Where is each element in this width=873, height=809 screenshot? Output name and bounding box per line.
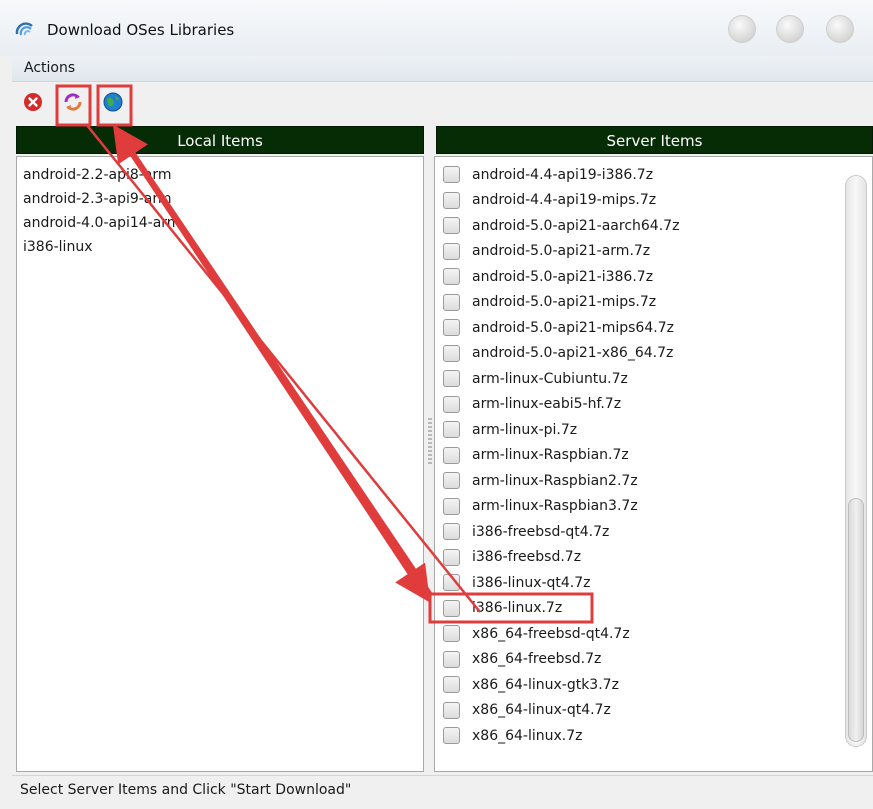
- server-list-item[interactable]: i386-linux-qt4.7z: [443, 570, 679, 596]
- item-checkbox[interactable]: [443, 217, 460, 235]
- local-items-list[interactable]: android-2.2-api8-arm android-2.3-api9-ar…: [16, 156, 424, 772]
- server-item-label: arm-linux-pi.7z: [472, 421, 578, 438]
- server-item-label: i386-freebsd.7z: [472, 549, 582, 566]
- stop-button[interactable]: [22, 91, 44, 113]
- server-item-label: android-5.0-api21-mips.7z: [472, 294, 657, 311]
- server-item-label: arm-linux-Raspbian.7z: [472, 447, 629, 464]
- server-list-item[interactable]: x86_64-linux-qt4.7z: [443, 698, 679, 724]
- item-checkbox[interactable]: [443, 370, 460, 388]
- status-text: Select Server Items and Click "Start Dow…: [20, 782, 352, 798]
- server-item-label: android-5.0-api21-x86_64.7z: [472, 345, 674, 362]
- close-icon[interactable]: [826, 15, 854, 43]
- server-item-label: x86_64-linux-gtk3.7z: [472, 676, 619, 693]
- menu-bar: Actions: [12, 56, 873, 82]
- item-checkbox[interactable]: [443, 523, 460, 541]
- server-list-item[interactable]: arm-linux-Raspbian.7z: [443, 443, 679, 469]
- server-list-item[interactable]: x86_64-linux-gtk3.7z: [443, 672, 679, 698]
- server-list-item[interactable]: android-5.0-api21-x86_64.7z: [443, 341, 679, 367]
- server-items-header: Server Items: [436, 126, 873, 154]
- item-checkbox[interactable]: [443, 472, 460, 490]
- item-checkbox[interactable]: [443, 548, 460, 566]
- item-checkbox[interactable]: [443, 166, 460, 184]
- refresh-button[interactable]: [62, 91, 84, 113]
- server-list-item[interactable]: android-5.0-api21-mips64.7z: [443, 315, 679, 341]
- item-checkbox[interactable]: [443, 293, 460, 311]
- spiral-app-icon: [15, 22, 33, 36]
- server-item-label: x86_64-linux-qt4.7z: [472, 702, 611, 719]
- vertical-scrollbar[interactable]: [845, 175, 867, 747]
- refresh-icon: [64, 93, 82, 111]
- item-checkbox[interactable]: [443, 650, 460, 668]
- status-bar: Select Server Items and Click "Start Dow…: [12, 775, 873, 809]
- server-list-item[interactable]: i386-freebsd.7z: [443, 545, 679, 571]
- server-items-list[interactable]: android-4.4-api19-i386.7z android-4.4-api…: [434, 156, 873, 772]
- server-list-item[interactable]: i386-freebsd-qt4.7z: [443, 519, 679, 545]
- item-checkbox[interactable]: [443, 319, 460, 337]
- server-item-label: android-5.0-api21-i386.7z: [472, 268, 654, 285]
- title-bar[interactable]: Download OSes Libraries: [0, 0, 873, 56]
- item-checkbox[interactable]: [443, 701, 460, 719]
- server-list-item[interactable]: x86_64-freebsd-qt4.7z: [443, 621, 679, 647]
- server-item-label: android-4.4-api19-i386.7z: [472, 166, 654, 183]
- local-items-header: Local Items: [16, 126, 424, 154]
- panel-splitter[interactable]: [428, 418, 432, 464]
- server-item-label: i386-freebsd-qt4.7z: [472, 523, 610, 540]
- item-checkbox[interactable]: [443, 268, 460, 286]
- server-item-label: arm-linux-eabi5-hf.7z: [472, 396, 622, 413]
- server-item-label: arm-linux-Raspbian2.7z: [472, 472, 638, 489]
- server-list-item[interactable]: android-5.0-api21-arm.7z: [443, 239, 679, 265]
- toolbar: [12, 82, 873, 124]
- menu-actions[interactable]: Actions: [24, 60, 75, 76]
- item-checkbox[interactable]: [443, 599, 460, 617]
- server-list-item[interactable]: arm-linux-eabi5-hf.7z: [443, 392, 679, 418]
- maximize-icon[interactable]: [776, 15, 804, 43]
- server-list-item[interactable]: i386-linux.7z: [443, 596, 679, 622]
- server-item-label: i386-linux.7z: [472, 600, 563, 617]
- item-checkbox[interactable]: [443, 727, 460, 745]
- item-checkbox[interactable]: [443, 344, 460, 362]
- download-oses-window: Download OSes Libraries Actions Local It…: [0, 0, 873, 809]
- server-item-label: i386-linux-qt4.7z: [472, 574, 591, 591]
- server-list-item[interactable]: arm-linux-Raspbian3.7z: [443, 494, 679, 520]
- server-item-label: android-5.0-api21-arm.7z: [472, 243, 651, 260]
- server-item-label: android-4.4-api19-mips.7z: [472, 192, 657, 209]
- minimize-icon[interactable]: [728, 15, 756, 43]
- server-item-label: android-5.0-api21-mips64.7z: [472, 319, 674, 336]
- server-list-item[interactable]: android-5.0-api21-aarch64.7z: [443, 213, 679, 239]
- local-item[interactable]: i386-linux: [23, 235, 180, 259]
- item-checkbox[interactable]: [443, 446, 460, 464]
- server-list-item[interactable]: android-5.0-api21-i386.7z: [443, 264, 679, 290]
- stop-icon: [24, 93, 42, 111]
- item-checkbox[interactable]: [443, 242, 460, 260]
- scrollbar-thumb[interactable]: [848, 498, 864, 742]
- server-item-label: x86_64-linux.7z: [472, 727, 583, 744]
- local-item[interactable]: android-4.0-api14-arm: [23, 211, 180, 235]
- server-list-item[interactable]: arm-linux-Cubiuntu.7z: [443, 366, 679, 392]
- item-checkbox[interactable]: [443, 574, 460, 592]
- item-checkbox[interactable]: [443, 625, 460, 643]
- server-item-label: android-5.0-api21-aarch64.7z: [472, 217, 680, 234]
- server-list-item[interactable]: x86_64-linux.7z: [443, 723, 679, 749]
- server-list-item[interactable]: android-4.4-api19-mips.7z: [443, 188, 679, 214]
- globe-download-icon: [103, 92, 123, 112]
- download-button[interactable]: [102, 91, 124, 113]
- local-item[interactable]: android-2.3-api9-arm: [23, 187, 180, 211]
- server-list-item[interactable]: android-5.0-api21-mips.7z: [443, 290, 679, 316]
- item-checkbox[interactable]: [443, 421, 460, 439]
- server-list-item[interactable]: arm-linux-Raspbian2.7z: [443, 468, 679, 494]
- item-checkbox[interactable]: [443, 191, 460, 209]
- server-list-item[interactable]: android-4.4-api19-i386.7z: [443, 162, 679, 188]
- server-item-label: x86_64-freebsd.7z: [472, 651, 602, 668]
- server-item-label: arm-linux-Raspbian3.7z: [472, 498, 638, 515]
- local-item[interactable]: android-2.2-api8-arm: [23, 163, 180, 187]
- server-item-label: arm-linux-Cubiuntu.7z: [472, 370, 628, 387]
- item-checkbox[interactable]: [443, 676, 460, 694]
- server-item-label: x86_64-freebsd-qt4.7z: [472, 625, 630, 642]
- server-list-item[interactable]: x86_64-freebsd.7z: [443, 647, 679, 673]
- item-checkbox[interactable]: [443, 497, 460, 515]
- window-title: Download OSes Libraries: [47, 21, 235, 39]
- item-checkbox[interactable]: [443, 395, 460, 413]
- server-list-item[interactable]: arm-linux-pi.7z: [443, 417, 679, 443]
